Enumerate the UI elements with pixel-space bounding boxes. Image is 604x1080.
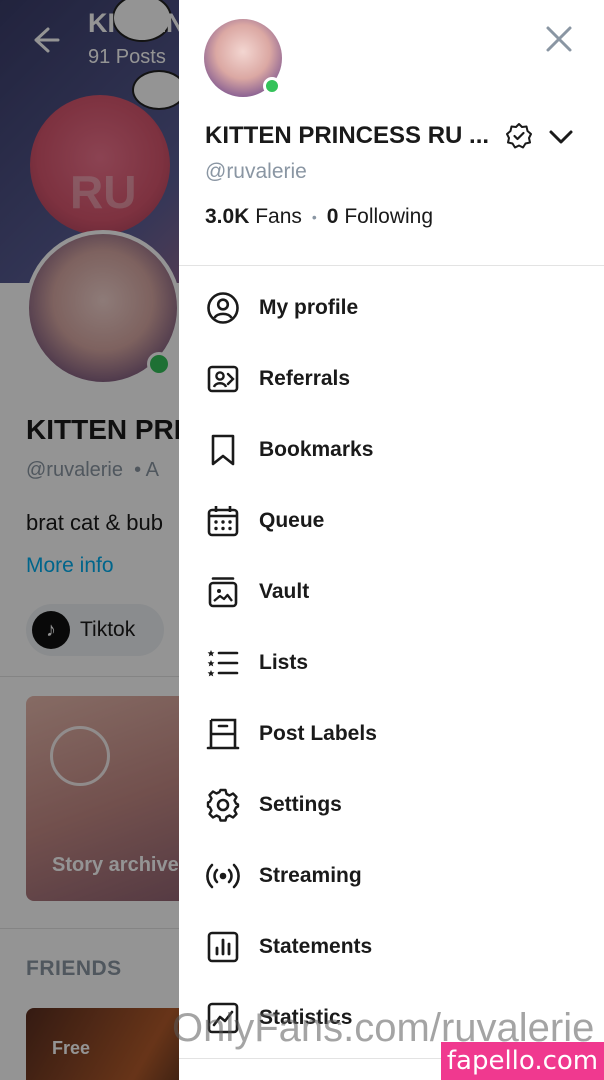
menu-item-lists[interactable]: Lists — [179, 627, 604, 698]
drawer-name: KITTEN PRINCESS RU ... — [205, 122, 490, 149]
vault-icon — [205, 574, 241, 610]
menu-item-post-labels[interactable]: Post Labels — [179, 698, 604, 769]
menu-item-streaming[interactable]: Streaming — [179, 840, 604, 911]
side-drawer: KITTEN PRINCESS RU ... @ruvalerie 3.0K F… — [179, 0, 604, 1080]
menu-item-statements[interactable]: Statements — [179, 911, 604, 982]
stats-separator: • — [311, 209, 317, 225]
drawer-stats: 3.0K Fans • 0 Following — [205, 205, 433, 229]
fapello-watermark: fapello.com — [441, 1042, 604, 1080]
menu-item-label: Streaming — [259, 863, 362, 887]
user-circle-icon — [205, 290, 241, 326]
menu-item-label: Bookmarks — [259, 437, 374, 461]
fans-count: 3.0K — [205, 205, 250, 228]
bookmark-icon — [205, 432, 241, 468]
menu-item-referrals[interactable]: Referrals — [179, 343, 604, 414]
fans-label[interactable]: Fans — [255, 205, 302, 229]
drawer-handle: @ruvalerie — [205, 160, 307, 183]
drawer-divider — [179, 265, 604, 266]
chevron-down-icon[interactable] — [547, 124, 575, 150]
menu-item-bookmarks[interactable]: Bookmarks — [179, 414, 604, 485]
menu-item-vault[interactable]: Vault — [179, 556, 604, 627]
menu-item-label: Vault — [259, 579, 310, 603]
following-label[interactable]: Following — [344, 205, 433, 229]
post-labels-icon — [205, 716, 241, 752]
verified-badge-icon — [505, 122, 533, 150]
menu-item-label: Referrals — [259, 366, 351, 390]
online-indicator — [263, 77, 281, 95]
menu-item-label: My profile — [259, 295, 359, 319]
menu-item-queue[interactable]: Queue — [179, 485, 604, 556]
drawer-avatar[interactable] — [204, 19, 282, 97]
menu-item-label: Settings — [259, 792, 342, 816]
following-count: 0 — [326, 205, 339, 228]
statements-icon — [205, 929, 241, 965]
menu-item-label: Statements — [259, 934, 373, 958]
menu-item-label: Queue — [259, 508, 325, 532]
menu-item-settings[interactable]: Settings — [179, 769, 604, 840]
close-icon[interactable] — [544, 24, 574, 54]
drawer-name-row[interactable]: KITTEN PRINCESS RU ... — [205, 118, 585, 154]
gear-icon — [205, 787, 241, 823]
streaming-icon — [205, 858, 241, 894]
referrals-icon — [205, 361, 241, 397]
menu-item-label: Post Labels — [259, 721, 377, 745]
menu-item-label: Lists — [259, 650, 309, 674]
lists-icon — [205, 645, 241, 681]
menu-item-my-profile[interactable]: My profile — [179, 272, 604, 343]
calendar-icon — [205, 503, 241, 539]
